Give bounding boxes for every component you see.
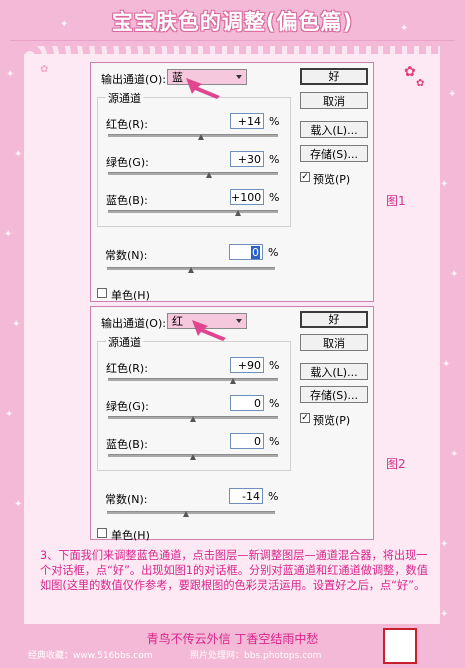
percent-sign: % [269,115,280,128]
blue-slider-thumb[interactable] [190,454,196,460]
percent-sign: % [269,359,280,372]
flower-icon: ✿ [416,78,425,89]
monochrome-checkbox[interactable] [97,288,107,298]
blue-slider[interactable] [108,210,278,213]
flower-icon: ✿ [40,64,49,75]
percent-sign: % [269,153,280,166]
page-canvas: ✦ ✦ ✦ ✦ ✦ ✦ ✦ ✦ ✦ ✦ ✦ ✦ ✦ ✦ ✦ ✦ 宝宝肤色的调整(… [0,0,465,668]
percent-sign: % [269,191,280,204]
red-slider-thumb[interactable] [230,378,236,384]
source-channels-group: 源通道 红色(R): +90 % 绿色(G): 0 % 蓝色(B): 0 % [97,334,291,471]
preview-label: 预览(P) [313,414,351,427]
checkbox-checked-icon: ✓ [301,172,309,182]
output-channel-label: 输出通道(O): [101,73,166,86]
flower-icon: ✿ [404,64,416,80]
save-button[interactable]: 存储(S)... [300,386,368,403]
source-group-title: 源通道 [106,334,143,350]
page-title: 宝宝肤色的调整(偏色篇) [111,10,354,34]
constant-label: 常数(N): [105,249,148,262]
output-channel-value: 蓝 [172,71,183,84]
preview-label: 预览(P) [313,173,351,186]
blue-label: 蓝色(B): [106,194,148,207]
monochrome-checkbox[interactable] [97,528,107,538]
ok-button[interactable]: 好 [300,68,368,85]
seal-stamp-icon [383,628,417,664]
figure-1-label: 图1 [386,194,406,208]
ok-button[interactable]: 好 [300,311,368,328]
preview-checkbox[interactable]: ✓ [300,172,310,182]
divider [10,40,455,41]
blue-label: 蓝色(B): [106,438,148,451]
constant-label: 常数(N): [105,493,148,506]
credit-right: 照片处理网：bbs.photops.com [190,651,322,661]
figure-2-label: 图2 [386,457,406,471]
percent-sign: % [268,490,279,503]
constant-input[interactable]: 0 [229,244,263,260]
credit-left: 经典收藏：www.516bbs.com [28,651,153,661]
dropdown-caret-icon [236,75,242,79]
source-group-title: 源通道 [106,90,143,106]
percent-sign: % [269,435,280,448]
green-slider[interactable] [108,172,278,175]
cancel-button[interactable]: 取消 [300,334,368,351]
constant-slider-thumb[interactable] [188,267,194,273]
pink-arrow-icon [186,78,220,99]
green-slider-thumb[interactable] [190,416,196,422]
preview-checkbox[interactable]: ✓ [300,413,310,423]
green-input[interactable]: +30 [230,151,264,167]
monochrome-label: 单色(H) [111,529,150,542]
cancel-button[interactable]: 取消 [300,92,368,109]
green-label: 绿色(G): [106,156,149,169]
percent-sign: % [268,246,279,259]
red-label: 红色(R): [106,362,148,375]
constant-input[interactable]: -14 [229,488,263,504]
save-button[interactable]: 存储(S)... [300,145,368,162]
green-slider-thumb[interactable] [206,172,212,178]
source-channels-group: 源通道 红色(R): +14 % 绿色(G): +30 % 蓝色(B): +10… [97,90,291,227]
red-input[interactable]: +14 [230,113,264,129]
constant-slider-thumb[interactable] [183,511,189,517]
dropdown-caret-icon [236,319,242,323]
red-label: 红色(R): [106,118,148,131]
blue-input[interactable]: 0 [230,433,264,449]
checkbox-checked-icon: ✓ [301,413,309,423]
constant-slider[interactable] [107,511,275,514]
monochrome-label: 单色(H) [111,289,150,302]
blue-input[interactable]: +100 [230,189,264,205]
green-input[interactable]: 0 [230,395,264,411]
load-button[interactable]: 载入(L)... [300,363,368,380]
instruction-paragraph: 3、下面我们来调整蓝色通道，点击图层—新调整图层—通道混合器，将出现一个对话框，… [40,549,428,592]
percent-sign: % [269,397,280,410]
red-input[interactable]: +90 [230,357,264,373]
output-channel-value: 红 [172,315,183,328]
green-label: 绿色(G): [106,400,149,413]
red-slider[interactable] [108,134,278,137]
load-button[interactable]: 载入(L)... [300,121,368,138]
red-slider[interactable] [108,378,278,381]
red-slider-thumb[interactable] [198,134,204,140]
output-channel-label: 输出通道(O): [101,317,166,330]
blue-slider-thumb[interactable] [235,210,241,216]
pink-arrow-icon [192,320,226,341]
